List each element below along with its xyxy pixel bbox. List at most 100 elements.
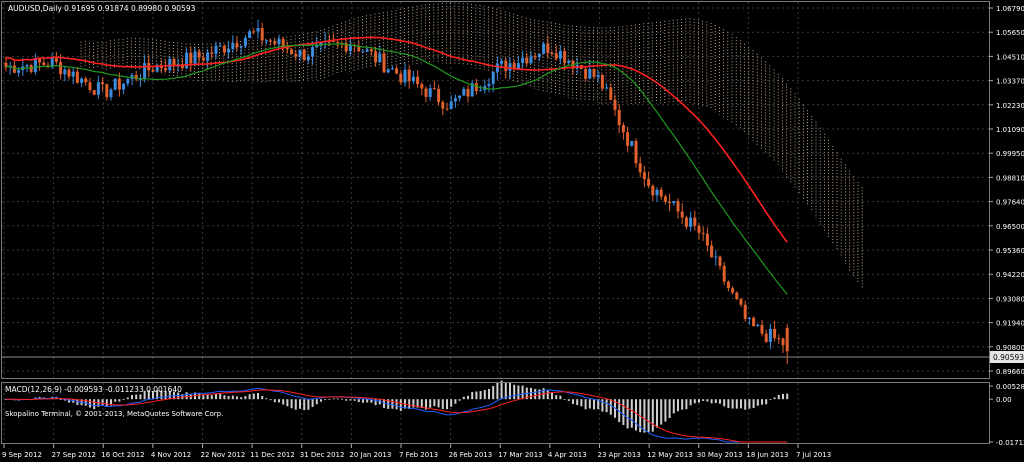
candle-body — [386, 69, 390, 73]
candle-body — [143, 63, 147, 80]
candle-body — [256, 28, 260, 32]
candle-body — [672, 201, 676, 204]
candle-body — [516, 63, 520, 69]
candle-body — [411, 76, 415, 82]
candle-body — [743, 304, 747, 319]
current-price-label: 0.90593 — [993, 353, 1024, 362]
macd-histogram-bar — [740, 399, 742, 409]
candle-body — [25, 65, 29, 67]
macd-histogram-bar — [714, 399, 717, 404]
macd-histogram-bar — [777, 394, 780, 400]
macd-histogram-bar — [521, 385, 524, 400]
candle-body — [235, 43, 239, 48]
price-axis-label: 0.91940 — [996, 320, 1024, 328]
macd-histogram-bar — [630, 399, 633, 428]
macd-histogram-bar — [303, 399, 306, 411]
candle-body — [109, 89, 113, 98]
macd-histogram-bar — [719, 399, 721, 404]
macd-histogram-bar — [475, 391, 478, 400]
macd-histogram-bar — [366, 399, 369, 403]
macd-histogram-bar — [93, 399, 96, 410]
macd-histogram-bar — [231, 395, 234, 400]
macd-histogram-bar — [504, 382, 507, 400]
macd-histogram-bar — [622, 399, 625, 426]
candle-body — [592, 68, 596, 77]
price-axis-label: 0.98810 — [996, 174, 1024, 182]
candle-body — [117, 78, 121, 90]
candle-body — [88, 82, 92, 91]
candle-body — [605, 87, 609, 89]
macd-histogram-bar — [748, 399, 751, 409]
candle-body — [277, 38, 281, 44]
candle-body — [676, 201, 680, 212]
candle-body — [563, 51, 567, 64]
macd-histogram-bar — [206, 394, 209, 400]
macd-histogram-bar — [572, 399, 574, 404]
candle-body — [600, 74, 604, 89]
macd-histogram-bar — [706, 399, 709, 402]
time-axis-label: 7 Feb 2013 — [399, 451, 438, 459]
candle-body — [264, 40, 268, 42]
candle-body — [756, 324, 760, 327]
candle-body — [395, 68, 399, 74]
candle-body — [739, 299, 743, 305]
candle-body — [550, 52, 554, 54]
macd-histogram-bar — [479, 391, 482, 400]
time-axis-label: 4 Apr 2013 — [548, 451, 587, 459]
macd-histogram-bar — [454, 399, 457, 404]
macd-histogram-bar — [227, 396, 230, 400]
candle-body — [151, 70, 155, 72]
candle-body — [252, 31, 256, 33]
macd-histogram-bar — [332, 398, 335, 400]
candle-body — [122, 83, 126, 90]
macd-histogram-bar — [761, 399, 763, 405]
candle-body — [668, 201, 672, 204]
time-axis-label: 27 Sep 2012 — [52, 451, 96, 459]
macd-histogram-bar — [513, 384, 516, 400]
candle-body — [172, 58, 176, 66]
candle-body — [336, 42, 340, 44]
candle-body — [105, 84, 109, 98]
macd-histogram-bar — [559, 395, 562, 400]
candle-body — [747, 317, 751, 319]
macd-axis-label: 0.00 — [996, 396, 1012, 404]
candle-body — [554, 53, 558, 59]
macd-histogram-bar — [643, 399, 646, 433]
candle-body — [113, 78, 117, 90]
candle-body — [508, 63, 512, 71]
macd-histogram-bar — [593, 399, 595, 410]
candle-body — [617, 109, 621, 125]
candle-body — [609, 87, 613, 100]
macd-histogram-bar — [315, 399, 318, 405]
candle-body — [651, 185, 655, 196]
candle-body — [773, 328, 777, 339]
candle-body — [567, 60, 571, 64]
candle-body — [638, 163, 642, 173]
macd-histogram-bar — [307, 399, 310, 410]
candle-body — [17, 70, 21, 73]
candle-body — [189, 52, 193, 64]
macd-histogram-bar — [551, 392, 553, 400]
macd-histogram-bar — [626, 399, 629, 429]
macd-histogram-bar — [786, 393, 789, 400]
metatrader-chart[interactable]: 0.90593 AUDUSD,Daily 0.91695 0.91874 0.8… — [0, 0, 1024, 462]
candle-body — [491, 71, 495, 84]
macd-histogram-bar — [399, 399, 402, 412]
candle-body — [59, 61, 63, 75]
macd-histogram-bar — [294, 399, 297, 410]
candle-body — [777, 338, 781, 340]
macd-histogram-bar — [576, 399, 579, 406]
macd-histogram-bar — [341, 398, 343, 400]
candle-body — [390, 68, 394, 70]
candle-body — [684, 217, 688, 227]
candle-body — [210, 52, 214, 54]
candle-body — [760, 324, 764, 334]
macd-histogram-bar — [240, 397, 243, 400]
macd-histogram-bar — [458, 399, 461, 401]
macd-histogram-bar — [257, 392, 259, 400]
candle-body — [621, 124, 625, 133]
candle-body — [84, 78, 88, 83]
time-axis-label: 12 May 2013 — [647, 451, 693, 459]
candle-body — [479, 90, 483, 92]
candle-body — [437, 88, 441, 103]
